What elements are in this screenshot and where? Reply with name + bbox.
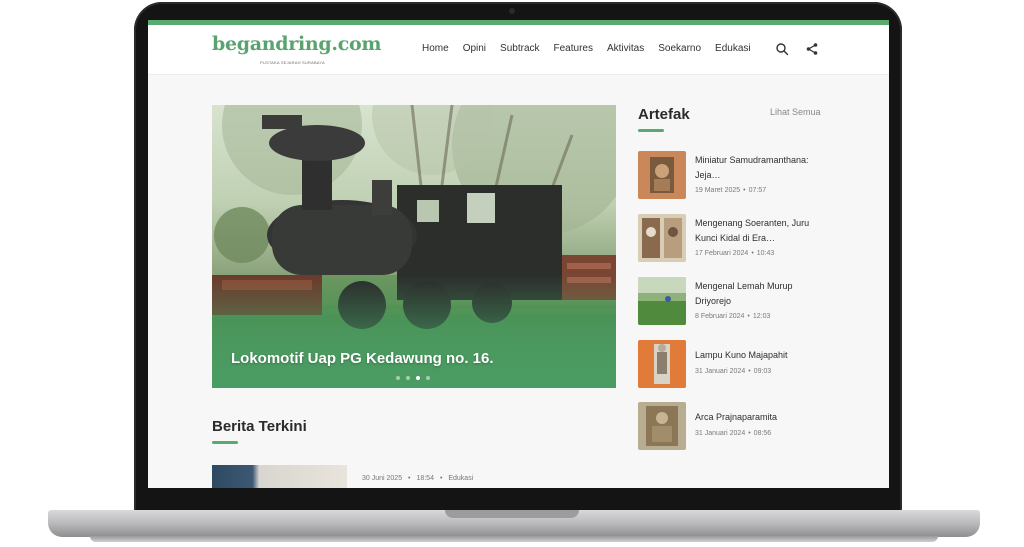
see-all-link[interactable]: Lihat Semua <box>770 107 821 117</box>
artefak-item[interactable]: Arca Prajnaparamita 31 Januari 2024 • 08:5… <box>638 402 838 450</box>
artefak-title[interactable]: Arca Prajnaparamita <box>695 410 829 425</box>
meta-separator: • <box>748 430 751 437</box>
latest-meta: 30 Juni 2025 • 18:54 • Edukasi <box>362 475 477 482</box>
artefak-time: 07:57 <box>748 187 767 194</box>
artefak-item[interactable]: Mengenal Lemah Murup Driyorejo 8 Februar… <box>638 277 838 325</box>
slider-dot-4[interactable] <box>426 376 430 380</box>
artefak-time: 10:43 <box>756 250 775 257</box>
main-nav: Home Opini Subtrack Features Aktivitas S… <box>422 43 765 54</box>
nav-subtrack[interactable]: Subtrack <box>500 43 539 54</box>
artefak-meta: 8 Februari 2024 • 12:03 <box>695 313 773 320</box>
artefak-thumbnail[interactable] <box>638 214 686 262</box>
artefak-meta: 19 Maret 2025 • 07:57 <box>695 187 769 194</box>
nav-home[interactable]: Home <box>422 43 449 54</box>
meta-separator: • <box>747 313 750 320</box>
laptop-base-bottom <box>90 536 938 542</box>
latest-category[interactable]: Edukasi <box>448 475 473 482</box>
artefak-time: 09:03 <box>753 368 772 375</box>
latest-date: 30 Juni 2025 <box>362 475 403 482</box>
artefak-date: 31 Januari 2024 <box>695 430 746 437</box>
laptop-notch <box>445 510 579 518</box>
artefak-meta: 31 Januari 2024 • 09:03 <box>695 368 774 375</box>
artefak-item[interactable]: Miniatur Samudramanthana: Jeja… 19 Maret… <box>638 151 838 199</box>
latest-underline <box>212 441 238 444</box>
camera-dot <box>509 8 515 14</box>
artefak-title[interactable]: Mengenang Soeranten, Juru Kunci Kidal di… <box>695 216 829 246</box>
meta-separator: • <box>439 475 443 482</box>
artefak-meta: 17 Februari 2024 • 10:43 <box>695 250 777 257</box>
artefak-item[interactable]: Lampu Kuno Majapahit 31 Januari 2024 • 09:… <box>638 340 838 388</box>
hero-slider[interactable]: Lokomotif Uap PG Kedawung no. 16. <box>212 105 616 388</box>
slider-dot-1[interactable] <box>396 376 400 380</box>
meta-separator: • <box>743 187 746 194</box>
sidebar-underline <box>638 129 664 132</box>
artefak-date: 31 Januari 2024 <box>695 368 746 375</box>
artefak-date: 17 Februari 2024 <box>695 250 749 257</box>
artefak-thumbnail[interactable] <box>638 340 686 388</box>
nav-soekarno[interactable]: Soekarno <box>658 43 701 54</box>
artefak-thumbnail[interactable] <box>638 277 686 325</box>
latest-title: Berita Terkini <box>212 418 307 435</box>
hero-overlay <box>212 275 616 388</box>
artefak-time: 12:03 <box>752 313 771 320</box>
latest-time: 18:54 <box>416 475 434 482</box>
nav-opini[interactable]: Opini <box>463 43 486 54</box>
hero-caption[interactable]: Lokomotif Uap PG Kedawung no. 16. <box>231 350 494 367</box>
artefak-meta: 31 Januari 2024 • 08:56 <box>695 430 774 437</box>
nav-features[interactable]: Features <box>554 43 593 54</box>
meta-separator: • <box>751 250 754 257</box>
slider-dot-3[interactable] <box>416 376 420 380</box>
artefak-thumbnail[interactable] <box>638 151 686 199</box>
site-logo[interactable]: begandring.com <box>212 33 381 55</box>
artefak-time: 08:56 <box>753 430 772 437</box>
meta-separator: • <box>748 368 751 375</box>
artefak-title[interactable]: Miniatur Samudramanthana: Jeja… <box>695 153 829 183</box>
slider-dot-2[interactable] <box>406 376 410 380</box>
search-icon[interactable] <box>775 42 789 56</box>
site-header: begandring.com PUSTAKA SEJARAH SURABAYA … <box>148 25 889 75</box>
sidebar-title: Artefak <box>638 106 690 123</box>
nav-aktivitas[interactable]: Aktivitas <box>607 43 644 54</box>
share-icon[interactable] <box>805 42 819 56</box>
artefak-thumbnail[interactable] <box>638 402 686 450</box>
slider-dots <box>396 376 430 380</box>
artefak-item[interactable]: Mengenang Soeranten, Juru Kunci Kidal di… <box>638 214 838 262</box>
artefak-title[interactable]: Lampu Kuno Majapahit <box>695 348 829 363</box>
artefak-date: 19 Maret 2025 <box>695 187 741 194</box>
laptop-screen: begandring.com PUSTAKA SEJARAH SURABAYA … <box>148 20 889 488</box>
latest-thumbnail[interactable] <box>212 465 347 488</box>
site-tagline: PUSTAKA SEJARAH SURABAYA <box>260 60 325 65</box>
meta-separator: • <box>408 475 411 482</box>
artefak-date: 8 Februari 2024 <box>695 313 745 320</box>
nav-edukasi[interactable]: Edukasi <box>715 43 751 54</box>
artefak-title[interactable]: Mengenal Lemah Murup Driyorejo <box>695 279 829 309</box>
